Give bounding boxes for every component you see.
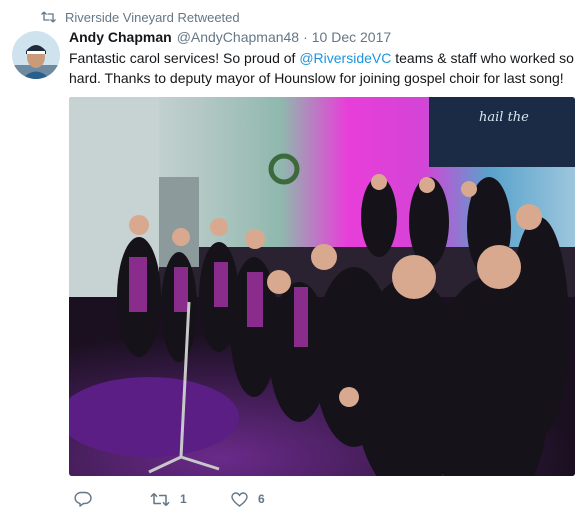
- like-button[interactable]: 6: [231, 491, 291, 507]
- retweet-icon: [150, 492, 170, 507]
- reply-icon: [74, 491, 92, 507]
- reply-button[interactable]: [74, 491, 150, 507]
- tweet-timestamp[interactable]: 10 Dec 2017: [312, 29, 391, 45]
- tweet-actions: 1 6: [74, 490, 291, 508]
- author-handle[interactable]: @AndyChapman48: [177, 29, 299, 45]
- tweet-photo[interactable]: hail the: [69, 97, 575, 476]
- header-separator: ·: [303, 29, 308, 45]
- heart-icon: [231, 491, 248, 507]
- tweet-text-part1: Fantastic carol services! So proud of: [69, 50, 300, 66]
- like-count: 6: [258, 492, 265, 506]
- retweeted-by-label[interactable]: Riverside Vineyard Retweeted: [65, 10, 240, 25]
- mention-link[interactable]: @RiversideVC: [299, 50, 391, 66]
- avatar[interactable]: [12, 31, 60, 79]
- author-name[interactable]: Andy Chapman: [69, 29, 172, 45]
- social-context: Riverside Vineyard Retweeted: [41, 9, 240, 25]
- retweet-button[interactable]: 1: [150, 492, 231, 507]
- retweet-icon: [41, 11, 56, 23]
- retweet-count: 1: [180, 492, 187, 506]
- tweet-text: Fantastic carol services! So proud of @R…: [69, 48, 581, 88]
- tweet-header: Andy Chapman @AndyChapman48 · 10 Dec 201…: [69, 29, 391, 47]
- photo-banner-text: hail the: [479, 110, 529, 125]
